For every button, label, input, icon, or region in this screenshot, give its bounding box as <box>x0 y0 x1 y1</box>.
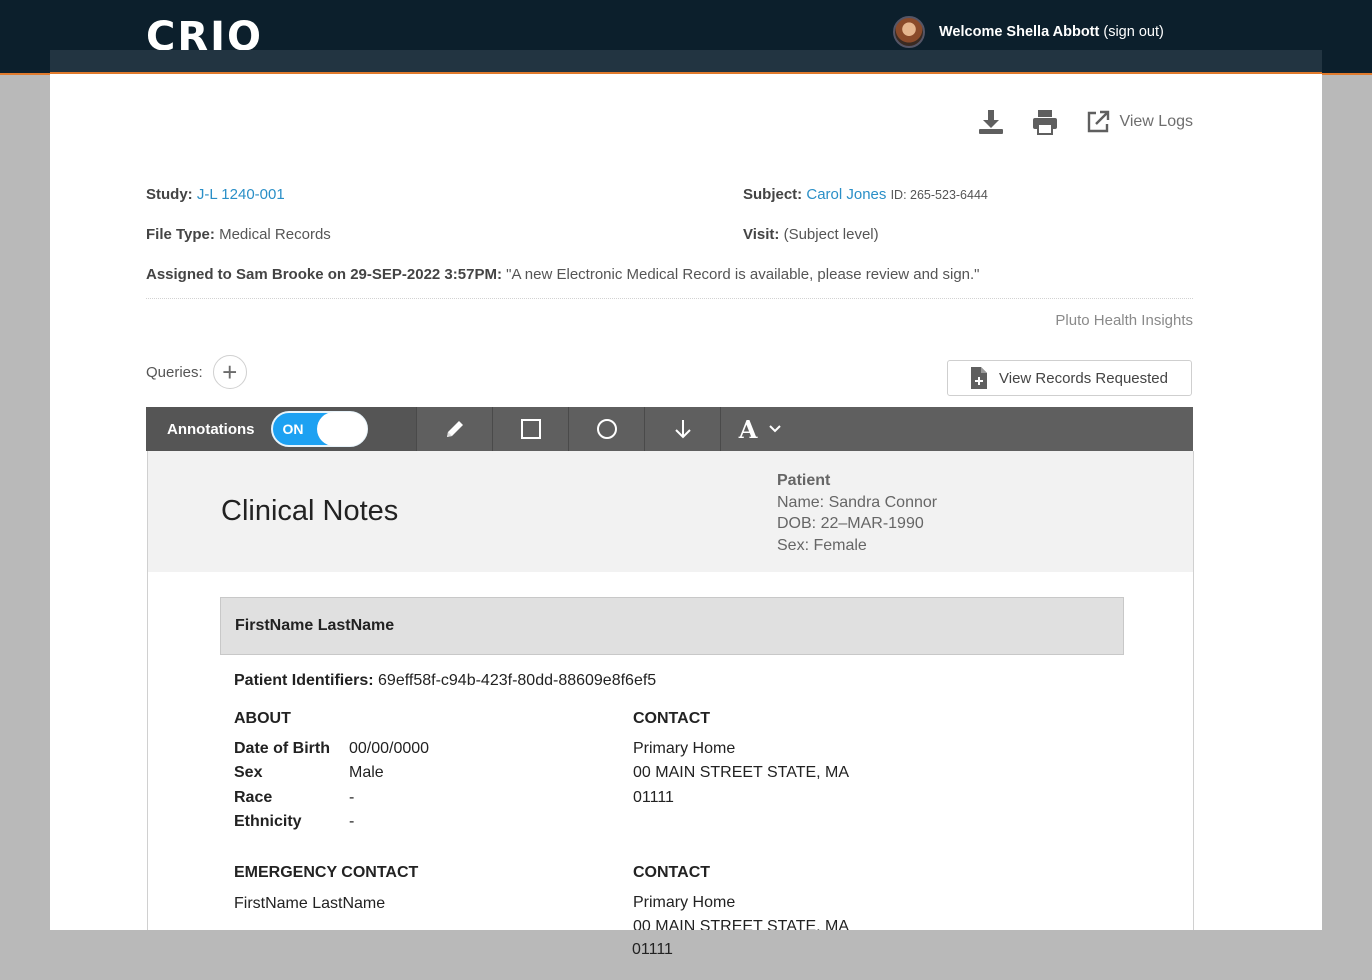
toggle-state: ON <box>282 421 304 437</box>
divider <box>146 298 1193 299</box>
print-button[interactable] <box>1031 108 1059 136</box>
sign-out-link[interactable]: (sign out) <box>1103 24 1163 40</box>
patient-heading: Patient <box>777 472 831 489</box>
contact2-line-2: 00 MAIN STREET STATE, MA <box>633 918 850 930</box>
identifiers-label: Patient Identifiers: <box>234 672 374 689</box>
annotations-control: Annotations ON <box>146 407 416 451</box>
view-records-requested-label: View Records Requested <box>999 369 1168 387</box>
visit-field: Visit: (Subject level) <box>743 226 879 243</box>
user-menu: Welcome Shella Abbott (sign out) <box>893 16 1164 48</box>
contact2-line-1: Primary Home <box>633 894 736 911</box>
rectangle-icon <box>520 419 541 439</box>
download-icon <box>979 110 1004 134</box>
subject-label: Subject: <box>743 186 803 203</box>
welcome-text: Welcome Shella Abbott (sign out) <box>939 24 1164 40</box>
modal-top-accent <box>50 72 1322 74</box>
patient-name: Name: Sandra Connor <box>777 493 938 511</box>
study-field: Study: J-L 1240-001 <box>146 186 285 203</box>
contact-line-2: 00 MAIN STREET STATE, MA <box>633 764 850 782</box>
about-row-race: Race - <box>234 788 355 806</box>
document-header: Clinical Notes Patient Name: Sandra Conn… <box>148 451 1193 572</box>
file-plus-icon <box>971 367 987 389</box>
annotation-toolbar: Annotations ON A <box>146 407 1193 451</box>
download-button[interactable] <box>977 108 1005 136</box>
print-icon <box>1033 110 1058 135</box>
add-query-button[interactable]: + <box>212 355 247 389</box>
view-records-requested-button[interactable]: View Records Requested <box>947 360 1192 396</box>
arrow-down-icon <box>674 420 691 439</box>
about-row-ethnicity: Ethnicity - <box>234 812 355 830</box>
file-type-label: File Type: <box>146 226 215 243</box>
annotations-toggle[interactable]: ON <box>270 411 368 447</box>
circle-tool-button[interactable] <box>568 407 644 451</box>
document-title: Clinical Notes <box>221 495 399 527</box>
file-type-field: File Type: Medical Records <box>146 226 331 243</box>
document-modal: View Logs Study: J-L 1240-001 Subject: C… <box>50 50 1322 930</box>
view-logs-label: View Logs <box>1119 113 1193 130</box>
patient-summary: Patient Name: Sandra Connor DOB: 22–MAR-… <box>777 470 937 556</box>
plus-icon: + <box>222 357 238 387</box>
patient-name-banner: FirstName LastName <box>220 597 1124 655</box>
file-type-value: Medical Records <box>219 226 331 243</box>
contact2-line-3: 01111 <box>632 941 673 958</box>
rectangle-tool-button[interactable] <box>492 407 568 451</box>
clinical-document: Clinical Notes Patient Name: Sandra Conn… <box>147 451 1194 930</box>
chevron-down-icon <box>769 425 782 433</box>
study-label: Study: <box>146 186 193 203</box>
pluto-health-insights-link[interactable]: Pluto Health Insights <box>1055 312 1193 329</box>
external-link-icon <box>1088 110 1110 133</box>
contact-heading: CONTACT <box>633 710 711 727</box>
contact-line-1: Primary Home <box>633 740 736 757</box>
about-list: Date of Birth 00/00/0000 Sex Male Race - Et… <box>234 737 429 834</box>
subject-field: Subject: Carol Jones ID: 265-523-6444 <box>743 186 988 203</box>
pencil-icon <box>446 421 463 437</box>
subject-link[interactable]: Carol Jones <box>806 186 886 203</box>
emergency-contact-heading: EMERGENCY CONTACT <box>234 864 419 881</box>
annotations-label: Annotations <box>167 420 255 438</box>
emergency-contact-name: FirstName LastName <box>234 895 386 912</box>
view-logs-button[interactable]: View Logs <box>1085 109 1193 135</box>
contact-line-3: 01111 <box>633 788 674 806</box>
about-heading: ABOUT <box>234 710 291 727</box>
queries-row: Queries: + <box>146 355 247 389</box>
subject-id: ID: 265-523-6444 <box>890 188 988 202</box>
identifiers-value: 69eff58f-c94b-423f-80dd-88609e8f6ef5 <box>378 672 657 689</box>
modal-top-strip <box>50 50 1322 74</box>
visit-label: Visit: <box>743 226 780 243</box>
about-row-dob: Date of Birth 00/00/0000 <box>234 740 430 757</box>
text-icon: A <box>738 414 758 444</box>
assigned-message: "A new Electronic Medical Record is avai… <box>506 266 980 283</box>
queries-label: Queries: <box>146 363 203 381</box>
circle-icon <box>596 419 617 439</box>
toggle-knob <box>316 412 367 446</box>
visit-value: (Subject level) <box>783 226 879 243</box>
contact-heading-2: CONTACT <box>633 864 711 881</box>
patient-identifiers: Patient Identifiers: 69eff58f-c94b-423f-… <box>234 672 656 690</box>
patient-dob: DOB: 22–MAR-1990 <box>777 515 924 532</box>
avatar[interactable] <box>893 16 925 48</box>
patient-sex: Sex: Female <box>777 536 867 554</box>
pencil-tool-button[interactable] <box>416 407 492 451</box>
about-row-sex: Sex Male <box>234 764 384 782</box>
text-tool-button[interactable]: A <box>720 407 799 451</box>
assignment-note: Assigned to Sam Brooke on 29-SEP-2022 3:… <box>146 266 980 283</box>
study-link[interactable]: J-L 1240-001 <box>197 186 285 203</box>
arrow-tool-button[interactable] <box>644 407 720 451</box>
assigned-label: Assigned to Sam Brooke on 29-SEP-2022 3:… <box>146 266 502 283</box>
contact-address: Primary Home 00 MAIN STREET STATE, MA 01… <box>633 737 849 810</box>
document-tools: View Logs <box>977 106 1193 138</box>
contact-address-2: Primary Home 00 MAIN STREET STATE, MA <box>633 891 849 930</box>
